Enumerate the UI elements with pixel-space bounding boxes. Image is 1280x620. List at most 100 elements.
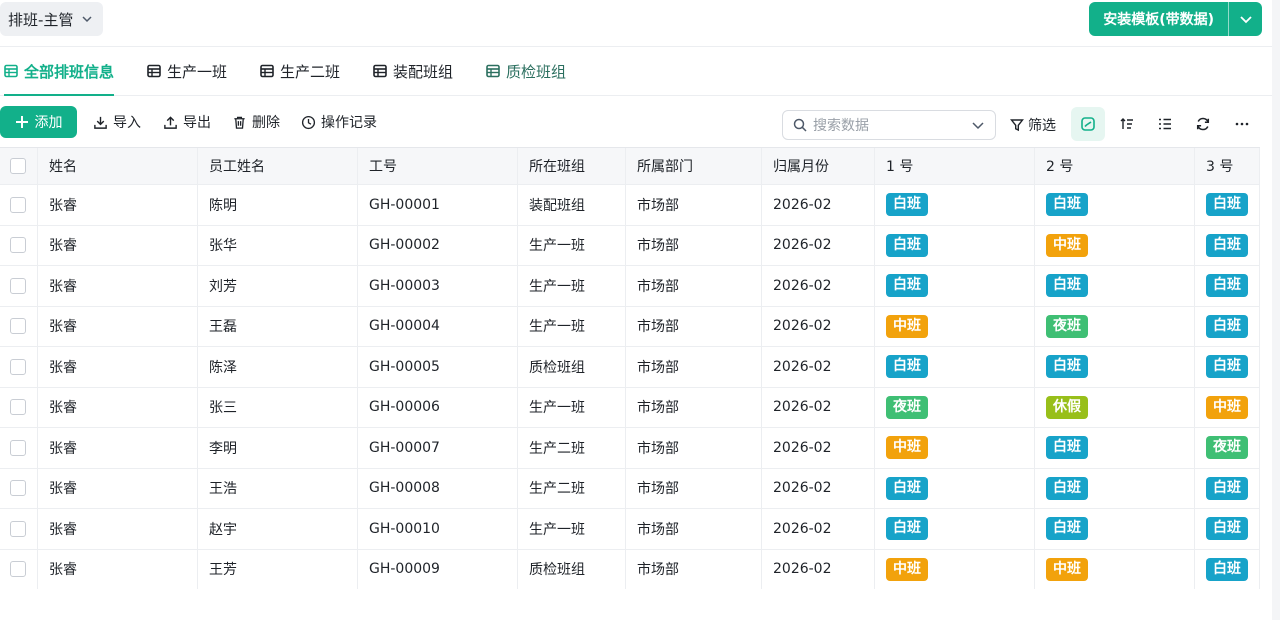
cell-group[interactable]: 质检班组 <box>518 347 626 387</box>
column-header[interactable]: 所在班组 <box>518 148 626 184</box>
row-checkbox[interactable] <box>10 561 26 578</box>
cell-id[interactable]: GH-00008 <box>358 468 518 508</box>
row-checkbox[interactable] <box>10 399 26 416</box>
cell-d1[interactable]: 中班 <box>875 428 1035 468</box>
cell-d2[interactable]: 白班 <box>1035 468 1195 508</box>
column-header[interactable]: 1 号 <box>875 148 1035 184</box>
cell-employee[interactable]: 王浩 <box>198 468 358 508</box>
install-template-button[interactable]: 安装模板(带数据) <box>1089 2 1228 36</box>
cell-dept[interactable]: 市场部 <box>626 509 762 549</box>
cell-name[interactable]: 张睿 <box>38 428 198 468</box>
cell-name[interactable]: 张睿 <box>38 225 198 265</box>
cell-id[interactable]: GH-00009 <box>358 549 518 589</box>
cell-id[interactable]: GH-00004 <box>358 306 518 346</box>
cell-d2[interactable]: 白班 <box>1035 266 1195 306</box>
table-row[interactable]: 张睿 刘芳 GH-00003 生产一班 市场部 2026-02 白班 白班 白班 <box>0 266 1260 307</box>
cell-name[interactable]: 张睿 <box>38 468 198 508</box>
cell-d3[interactable]: 白班 <box>1195 509 1260 549</box>
cell-d3[interactable]: 中班 <box>1195 387 1260 427</box>
table-row[interactable]: 张睿 张三 GH-00006 生产一班 市场部 2026-02 夜班 休假 中班 <box>0 387 1260 428</box>
role-switcher-button[interactable]: 排班-主管 <box>0 2 104 36</box>
cell-d3[interactable]: 白班 <box>1195 306 1260 346</box>
cell-d2[interactable]: 白班 <box>1035 428 1195 468</box>
cell-month[interactable]: 2026-02 <box>762 306 875 346</box>
row-checkbox[interactable] <box>10 277 26 294</box>
cell-d1[interactable]: 中班 <box>875 549 1035 589</box>
row-checkbox[interactable] <box>10 237 26 254</box>
cell-dept[interactable]: 市场部 <box>626 266 762 306</box>
cell-id[interactable]: GH-00005 <box>358 347 518 387</box>
cell-d3[interactable]: 白班 <box>1195 225 1260 265</box>
tab-production-2[interactable]: 生产二班 <box>260 47 340 95</box>
cell-d3[interactable]: 白班 <box>1195 347 1260 387</box>
cell-d2[interactable]: 休假 <box>1035 387 1195 427</box>
cell-d2[interactable]: 白班 <box>1035 347 1195 387</box>
cell-d2[interactable]: 中班 <box>1035 225 1195 265</box>
cell-employee[interactable]: 张三 <box>198 387 358 427</box>
cell-month[interactable]: 2026-02 <box>762 468 875 508</box>
export-button[interactable]: 导出 <box>163 106 211 138</box>
cell-d1[interactable]: 白班 <box>875 347 1035 387</box>
row-checkbox[interactable] <box>10 480 26 497</box>
column-header[interactable]: 姓名 <box>38 148 198 184</box>
tab-qc-group[interactable]: 质检班组 <box>486 47 566 95</box>
cell-group[interactable]: 生产一班 <box>518 306 626 346</box>
cell-month[interactable]: 2026-02 <box>762 387 875 427</box>
cell-d1[interactable]: 夜班 <box>875 387 1035 427</box>
table-row[interactable]: 张睿 王芳 GH-00009 质检班组 市场部 2026-02 中班 中班 白班 <box>0 549 1260 589</box>
cell-d3[interactable]: 白班 <box>1195 549 1260 589</box>
cell-d2[interactable]: 白班 <box>1035 185 1195 225</box>
import-button[interactable]: 导入 <box>93 106 141 138</box>
cell-month[interactable]: 2026-02 <box>762 549 875 589</box>
cell-employee[interactable]: 陈泽 <box>198 347 358 387</box>
cell-group[interactable]: 生产一班 <box>518 225 626 265</box>
tab-all-schedules[interactable]: 全部排班信息 <box>4 47 115 96</box>
table-row[interactable]: 张睿 王磊 GH-00004 生产一班 市场部 2026-02 中班 夜班 白班 <box>0 306 1260 347</box>
row-checkbox[interactable] <box>10 439 26 456</box>
cell-d1[interactable]: 白班 <box>875 509 1035 549</box>
cell-d1[interactable]: 中班 <box>875 306 1035 346</box>
cell-name[interactable]: 张睿 <box>38 549 198 589</box>
table-row[interactable]: 张睿 陈明 GH-00001 装配班组 市场部 2026-02 白班 白班 白班 <box>0 185 1260 226</box>
cell-d2[interactable]: 白班 <box>1035 509 1195 549</box>
table-row[interactable]: 张睿 李明 GH-00007 生产二班 市场部 2026-02 中班 白班 夜班 <box>0 428 1260 469</box>
group-button[interactable] <box>1148 107 1182 141</box>
cell-employee[interactable]: 陈明 <box>198 185 358 225</box>
cell-id[interactable]: GH-00010 <box>358 509 518 549</box>
cell-d3[interactable]: 白班 <box>1195 185 1260 225</box>
cell-month[interactable]: 2026-02 <box>762 225 875 265</box>
cell-employee[interactable]: 王磊 <box>198 306 358 346</box>
cell-id[interactable]: GH-00001 <box>358 185 518 225</box>
column-header[interactable]: 2 号 <box>1035 148 1195 184</box>
cell-month[interactable]: 2026-02 <box>762 185 875 225</box>
cell-dept[interactable]: 市场部 <box>626 549 762 589</box>
column-header[interactable]: 归属月份 <box>762 148 875 184</box>
cell-id[interactable]: GH-00003 <box>358 266 518 306</box>
cell-name[interactable]: 张睿 <box>38 185 198 225</box>
cell-name[interactable]: 张睿 <box>38 347 198 387</box>
table-row[interactable]: 张睿 张华 GH-00002 生产一班 市场部 2026-02 白班 中班 白班 <box>0 225 1260 266</box>
tab-production-1[interactable]: 生产一班 <box>147 47 227 95</box>
cell-d1[interactable]: 白班 <box>875 185 1035 225</box>
row-checkbox[interactable] <box>10 196 26 213</box>
cell-dept[interactable]: 市场部 <box>626 428 762 468</box>
column-header[interactable]: 3 号 <box>1195 148 1260 184</box>
cell-d3[interactable]: 夜班 <box>1195 428 1260 468</box>
cell-d2[interactable]: 夜班 <box>1035 306 1195 346</box>
row-checkbox[interactable] <box>10 318 26 335</box>
cell-dept[interactable]: 市场部 <box>626 468 762 508</box>
operation-log-button[interactable]: 操作记录 <box>301 106 377 138</box>
search-input[interactable]: 搜索数据 <box>782 110 996 140</box>
cell-dept[interactable]: 市场部 <box>626 306 762 346</box>
cell-d3[interactable]: 白班 <box>1195 266 1260 306</box>
cell-id[interactable]: GH-00007 <box>358 428 518 468</box>
cell-month[interactable]: 2026-02 <box>762 509 875 549</box>
cell-month[interactable]: 2026-02 <box>762 428 875 468</box>
more-button[interactable] <box>1225 107 1259 141</box>
cell-employee[interactable]: 李明 <box>198 428 358 468</box>
cell-id[interactable]: GH-00006 <box>358 387 518 427</box>
column-header[interactable]: 所属部门 <box>626 148 762 184</box>
select-all-checkbox[interactable] <box>10 158 26 174</box>
tab-assembly-group[interactable]: 装配班组 <box>373 47 453 95</box>
cell-employee[interactable]: 刘芳 <box>198 266 358 306</box>
